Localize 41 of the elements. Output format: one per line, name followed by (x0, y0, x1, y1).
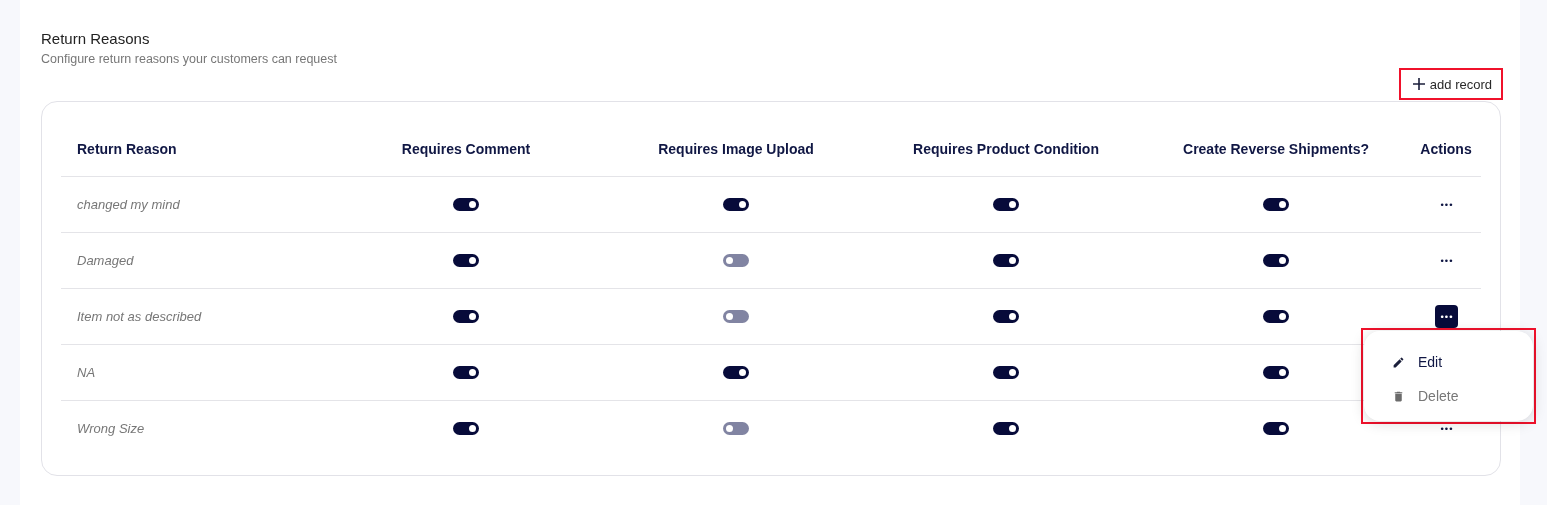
toggle-switch[interactable] (453, 198, 479, 211)
column-header: Requires Image Upload (601, 122, 871, 177)
toggle-switch[interactable] (723, 254, 749, 267)
table-cell: Item not as described (61, 289, 331, 345)
toggle-switch[interactable] (993, 422, 1019, 435)
toggle-switch[interactable] (1263, 254, 1289, 267)
toggle-switch[interactable] (723, 198, 749, 211)
pencil-icon (1392, 355, 1405, 369)
toggle-switch[interactable] (453, 310, 479, 323)
toggle-switch[interactable] (993, 198, 1019, 211)
plus-icon (1412, 78, 1425, 90)
toggle-switch[interactable] (993, 366, 1019, 379)
toggle-switch[interactable] (1263, 366, 1289, 379)
section-title: Return Reasons (41, 30, 151, 48)
column-header: Create Reverse Shipments? (1141, 122, 1411, 177)
toggle-switch[interactable] (1263, 198, 1289, 211)
toggle-switch[interactable] (453, 422, 479, 435)
column-header: Actions (1411, 122, 1481, 177)
more-button[interactable]: ••• (1434, 305, 1458, 328)
table-cell-text: Wrong Size (76, 420, 146, 438)
toggle-switch[interactable] (1263, 422, 1289, 435)
menu-item[interactable]: Edit (1392, 345, 1533, 379)
trash-icon (1392, 389, 1405, 403)
table-cell: changed my mind (61, 177, 331, 233)
toggle-switch[interactable] (723, 422, 749, 435)
toggle-switch[interactable] (993, 310, 1019, 323)
toggle-switch[interactable] (453, 366, 479, 379)
table-cell: Damaged (61, 233, 331, 289)
toggle-switch[interactable] (1263, 310, 1289, 323)
toggle-switch[interactable] (723, 366, 749, 379)
table-cell: NA (61, 345, 331, 401)
toggle-switch[interactable] (453, 254, 479, 267)
more-button[interactable]: ••• (1434, 249, 1458, 272)
more-button[interactable]: ••• (1434, 193, 1458, 216)
toggle-switch[interactable] (723, 310, 749, 323)
column-header: Return Reason (61, 122, 331, 177)
column-header: Requires Comment (331, 122, 601, 177)
section-subtitle: Configure return reasons your customers can request (41, 51, 338, 67)
more-button[interactable]: ••• (1434, 417, 1458, 440)
toggle-switch[interactable] (993, 254, 1019, 267)
column-header: Requires Product Condition (871, 122, 1141, 177)
